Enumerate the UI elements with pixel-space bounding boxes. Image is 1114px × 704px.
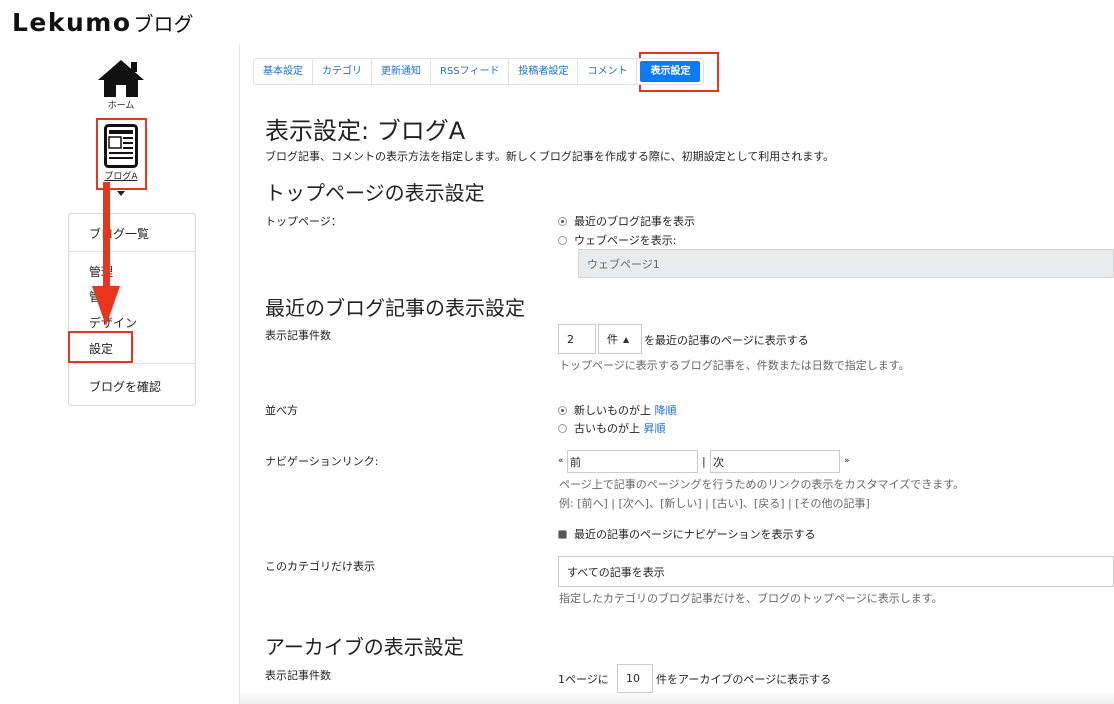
order-new-tag: 降順 xyxy=(654,404,677,417)
blog-label: ブログA xyxy=(104,172,138,182)
logo[interactable]: Lekumo ブログ xyxy=(12,8,194,37)
order-old-label: 古いものが上 xyxy=(574,422,640,435)
home-icon xyxy=(98,60,144,97)
logo-text: Lekumo xyxy=(12,8,132,37)
category-select-value: すべての記事を表示 xyxy=(567,565,665,579)
count-help: トップページに表示するブログ記事を、件数または日数で指定します。 xyxy=(559,359,910,372)
radio-webpage[interactable] xyxy=(558,236,567,245)
menu-divider xyxy=(69,251,195,252)
nav-next-input[interactable]: 次 xyxy=(710,450,840,473)
tab-update-notify[interactable]: 更新通知 xyxy=(372,59,431,84)
tab-comment[interactable]: コメント xyxy=(578,59,638,84)
radio-order-old[interactable] xyxy=(558,424,567,433)
nav-help-1: ページ上で記事のページングを行うためのリンクの表示をカスタマイズできます。 xyxy=(559,478,965,491)
home-label: ホーム xyxy=(107,101,135,111)
nav-help-2: 例: [前へ] | [次へ]、[新しい] | [古い]、[戻る] | [その他の… xyxy=(559,497,870,510)
bottom-shadow xyxy=(240,690,1114,704)
annotation-arrow-shaft xyxy=(103,182,110,290)
order-old-option[interactable]: 古いものが上 昇順 xyxy=(558,420,666,436)
nav-open-quote: « xyxy=(558,456,564,466)
recent-section-heading: 最近のブログ記事の表示設定 xyxy=(265,296,525,320)
nav-show-checkbox[interactable] xyxy=(558,530,567,539)
count-input[interactable]: 2 xyxy=(558,324,596,354)
radio-order-new[interactable] xyxy=(558,406,567,415)
category-select[interactable]: すべての記事を表示 xyxy=(558,556,1114,587)
caret-down-icon[interactable] xyxy=(117,191,125,196)
app-header: Lekumo ブログ xyxy=(0,0,1114,44)
archive-count-prefix: 1ページに xyxy=(558,673,609,686)
settings-tabs: 基本設定 カテゴリ 更新通知 RSSフィード 投稿者設定 コメント 表示設定 xyxy=(253,58,705,85)
count-suffix: を最近の記事のページに表示する xyxy=(644,334,809,347)
order-old-tag: 昇順 xyxy=(643,422,666,435)
order-label: 並べ方 xyxy=(265,404,298,417)
select-updown-icon: ▲︎ xyxy=(623,334,630,344)
unit-select[interactable]: 件 ▲︎ xyxy=(598,324,642,354)
tab-basic[interactable]: 基本設定 xyxy=(254,59,313,84)
nav-prev-input[interactable]: 前 xyxy=(567,450,698,473)
menu-item-blog-list[interactable]: ブログ一覧 xyxy=(89,225,149,242)
option-recent-label: 最近のブログ記事を表示 xyxy=(574,215,695,228)
archive-section-heading: アーカイブの表示設定 xyxy=(265,635,464,659)
menu-item-view-blog[interactable]: ブログを確認 xyxy=(89,378,161,395)
tab-rss[interactable]: RSSフィード xyxy=(431,59,510,84)
option-recent-posts[interactable]: 最近のブログ記事を表示 xyxy=(558,213,695,229)
nav-separator: | xyxy=(702,455,706,468)
tab-category[interactable]: カテゴリ xyxy=(313,59,372,84)
logo-suffix: ブログ xyxy=(133,12,194,36)
radio-recent[interactable] xyxy=(558,217,567,226)
top-page-label: トップページ： xyxy=(265,215,342,228)
archive-count-label: 表示記事件数 xyxy=(265,669,331,682)
nav-next-value: 次 xyxy=(713,455,724,469)
blog-menu: ブログ一覧 管理 管 デザイン 設定 ブログを確認 xyxy=(68,213,196,406)
tab-display[interactable]: 表示設定 xyxy=(640,61,701,82)
category-label: このカテゴリだけ表示 xyxy=(265,560,375,573)
archive-count-suffix: 件をアーカイブのページに表示する xyxy=(656,673,832,686)
count-value: 2 xyxy=(567,332,574,346)
archive-count-input[interactable]: 10 xyxy=(617,664,653,693)
menu-item-settings[interactable]: 設定 xyxy=(89,340,113,357)
nav-prev-value: 前 xyxy=(570,455,581,469)
unit-select-value: 件 xyxy=(607,333,618,346)
category-help: 指定したカテゴリのブログ記事だけを、ブログのトップページに表示します。 xyxy=(559,592,943,605)
menu-divider xyxy=(69,363,195,364)
sidebar: ホーム ブログA ブログ一覧 管理 管 デザイン 設定 ブログを確認 xyxy=(0,44,240,704)
nav-close-quote: » xyxy=(844,456,850,466)
annotation-arrow-head xyxy=(92,286,120,326)
order-new-label: 新しいものが上 xyxy=(574,404,651,417)
option-webpage-label: ウェブページを表示: xyxy=(574,234,677,247)
top-section-heading: トップページの表示設定 xyxy=(265,181,485,205)
page-title: 表示設定: ブログA xyxy=(265,117,466,145)
order-new-option[interactable]: 新しいものが上 降順 xyxy=(558,402,677,418)
nav-links-label: ナビゲーションリンク: xyxy=(265,455,379,468)
option-webpage[interactable]: ウェブページを表示: xyxy=(558,232,677,248)
home-nav[interactable]: ホーム xyxy=(94,58,148,111)
nav-show-option[interactable]: 最近の記事のページにナビゲーションを表示する xyxy=(558,526,816,542)
blog-nav[interactable]: ブログA xyxy=(96,118,146,190)
count-label: 表示記事件数 xyxy=(265,329,331,342)
webpage-select-value: ウェブページ1 xyxy=(587,257,660,271)
webpage-select: ウェブページ1 xyxy=(578,249,1114,278)
page-description: ブログ記事、コメントの表示方法を指定します。新しくブログ記事を作成する際に、初期… xyxy=(265,150,835,163)
nav-show-label: 最近の記事のページにナビゲーションを表示する xyxy=(574,528,816,541)
tab-author[interactable]: 投稿者設定 xyxy=(509,59,579,84)
archive-count-value: 10 xyxy=(626,672,640,685)
blog-document-icon xyxy=(104,124,138,168)
